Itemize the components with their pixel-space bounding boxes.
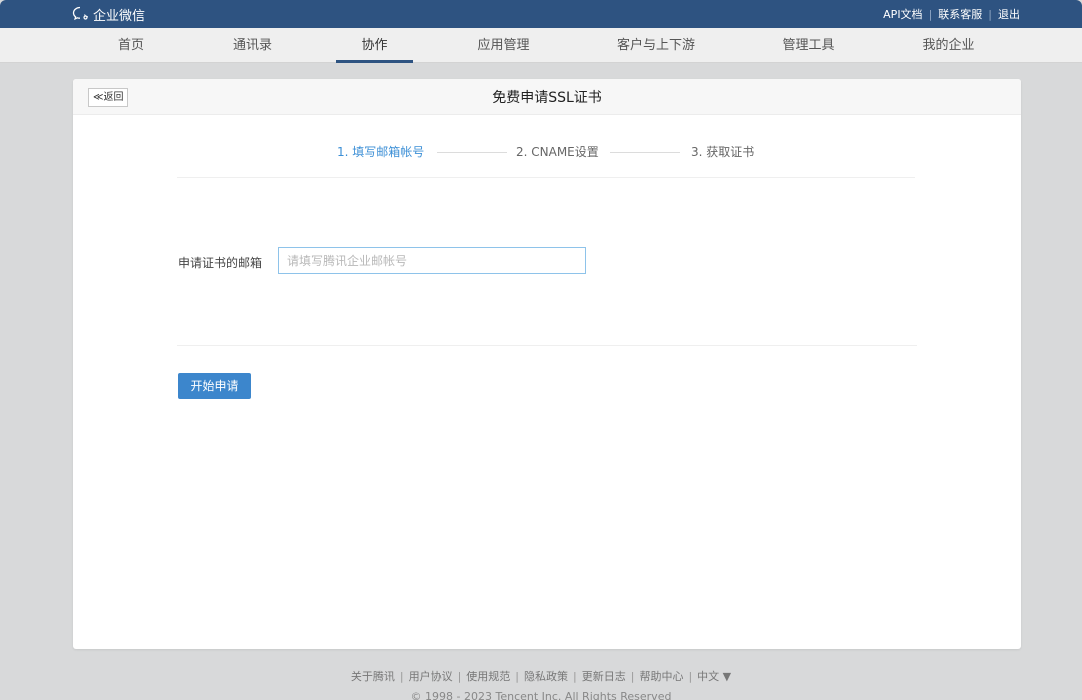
page-title: 免费申请SSL证书 [492, 90, 602, 106]
nav-item-my-company[interactable]: 我的企业 [910, 28, 987, 63]
email-input[interactable] [278, 247, 586, 274]
api-docs-link[interactable]: API文档 [883, 6, 922, 22]
main-panel: ≪返回 免费申请SSL证书 1. 填写邮箱帐号 2. CNAME设置 3. 获取… [73, 79, 1021, 649]
footer-separator: | [630, 669, 635, 683]
main-nav: 首页 通讯录 协作 应用管理 客户与上下游 管理工具 我的企业 [0, 28, 1082, 63]
nav-item-customers[interactable]: 客户与上下游 [610, 28, 702, 63]
nav-item-management-tools[interactable]: 管理工具 [770, 28, 847, 63]
nav-item-contacts[interactable]: 通讯录 [225, 28, 280, 63]
logout-link[interactable]: 退出 [998, 6, 1020, 22]
brand-logo[interactable]: 企业微信 [72, 5, 146, 24]
footer-link-about[interactable]: 关于腾讯 [351, 668, 395, 684]
step-connector [610, 152, 680, 153]
email-label: 申请证书的邮箱 [178, 256, 263, 270]
footer-links: 关于腾讯 | 用户协议 | 使用规范 | 隐私政策 | 更新日志 | 帮助中心 … [0, 668, 1082, 684]
top-links: API文档 | 联系客服 | 退出 [883, 6, 1020, 22]
top-link-separator: | [988, 7, 992, 21]
step-1: 1. 填写邮箱帐号 [337, 145, 425, 159]
step-2: 2. CNAME设置 [516, 145, 599, 159]
section-divider [177, 345, 917, 346]
nav-item-home[interactable]: 首页 [105, 28, 157, 63]
footer-separator: | [688, 669, 693, 683]
step-3: 3. 获取证书 [691, 145, 755, 159]
wecom-logo-icon [72, 6, 89, 21]
footer-link-usage-rules[interactable]: 使用规范 [466, 668, 510, 684]
footer: 关于腾讯 | 用户协议 | 使用规范 | 隐私政策 | 更新日志 | 帮助中心 … [0, 668, 1082, 700]
step-connector [437, 152, 507, 153]
section-divider [177, 177, 915, 178]
footer-link-privacy[interactable]: 隐私政策 [524, 668, 568, 684]
contact-support-link[interactable]: 联系客服 [938, 6, 982, 22]
start-apply-button[interactable]: 开始申请 [178, 373, 251, 399]
footer-separator: | [573, 669, 577, 683]
footer-separator: | [515, 669, 520, 683]
footer-link-help[interactable]: 帮助中心 [639, 668, 683, 684]
footer-separator: | [457, 669, 462, 683]
panel-header: ≪返回 免费申请SSL证书 [73, 79, 1021, 115]
nav-item-app-management[interactable]: 应用管理 [465, 28, 542, 63]
language-selector[interactable]: 中文 ▼ [697, 668, 731, 684]
top-link-separator: | [928, 7, 933, 21]
footer-separator: | [399, 669, 404, 683]
footer-link-agreement[interactable]: 用户协议 [409, 668, 453, 684]
top-bar: 企业微信 API文档 | 联系客服 | 退出 [0, 0, 1082, 28]
footer-link-changelog[interactable]: 更新日志 [582, 668, 626, 684]
nav-item-collaboration[interactable]: 协作 [336, 28, 413, 63]
brand-name: 企业微信 [93, 8, 146, 24]
step-indicator: 1. 填写邮箱帐号 2. CNAME设置 3. 获取证书 [73, 139, 1021, 163]
copyright: © 1998 - 2023 Tencent Inc. All Rights Re… [410, 690, 672, 700]
